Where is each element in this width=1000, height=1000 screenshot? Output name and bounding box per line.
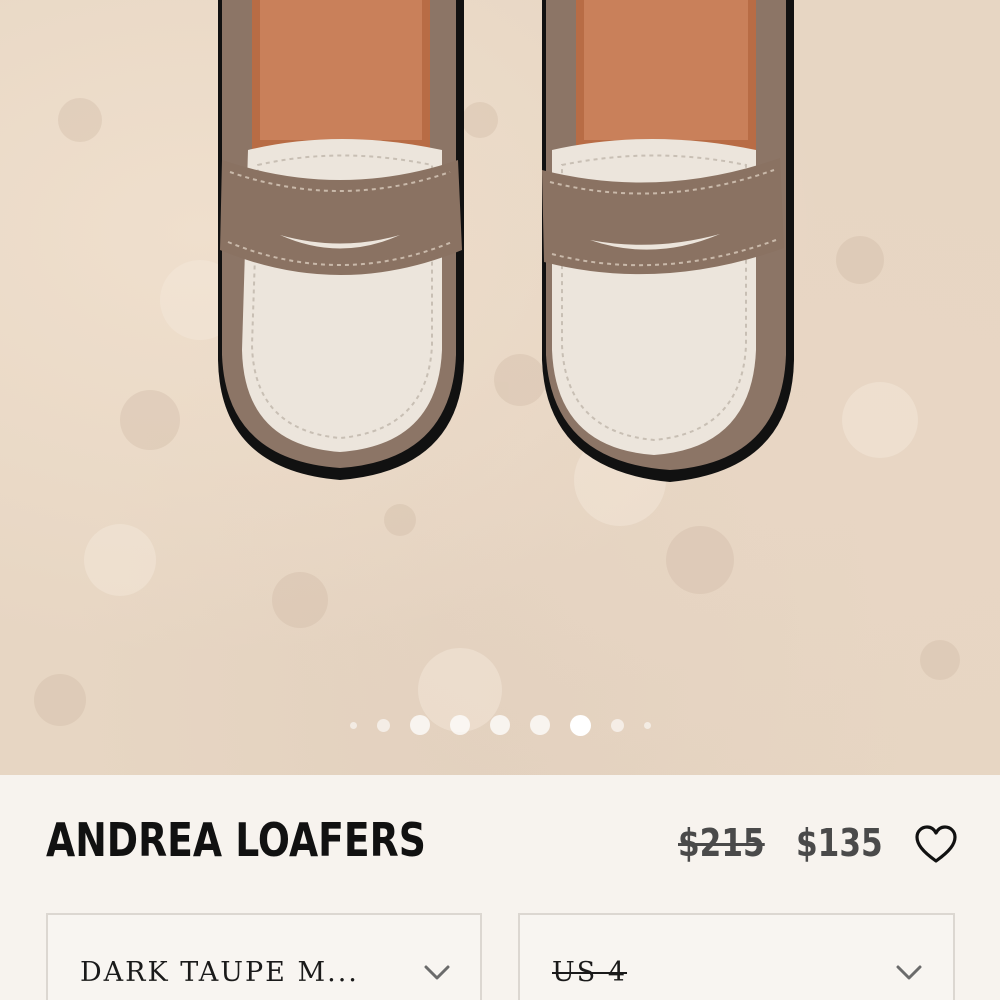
carousel-dot-active[interactable]: [569, 714, 591, 736]
carousel-dot[interactable]: [610, 718, 624, 732]
heart-outline-icon[interactable]: [914, 825, 958, 865]
product-page: ANDREA LOAFERS $215 $135 DARK TAUPE M...…: [0, 0, 1000, 1000]
product-info-panel: ANDREA LOAFERS $215 $135 DARK TAUPE M...…: [0, 775, 1000, 1000]
left-loafer: [218, 0, 464, 480]
product-image[interactable]: [0, 0, 1000, 775]
carousel-dot[interactable]: [489, 715, 510, 735]
size-select-value: US 4: [552, 957, 628, 988]
carousel-dot[interactable]: [643, 721, 651, 729]
color-select-value: DARK TAUPE M...: [80, 957, 359, 988]
carousel-dot[interactable]: [376, 718, 390, 732]
carousel-dot[interactable]: [449, 715, 470, 735]
floor-texture: [34, 98, 960, 732]
size-select[interactable]: US 4: [518, 913, 955, 1000]
right-loafer: [542, 0, 794, 482]
carousel-dots: [0, 712, 1000, 738]
original-price: $215: [678, 821, 765, 865]
chevron-down-icon: [896, 965, 922, 980]
carousel-dot[interactable]: [409, 715, 430, 735]
carousel-dot[interactable]: [349, 721, 357, 729]
color-select[interactable]: DARK TAUPE M...: [46, 913, 482, 1000]
product-title: ANDREA LOAFERS: [46, 813, 426, 867]
sale-price: $135: [796, 821, 883, 865]
chevron-down-icon: [424, 965, 450, 980]
carousel-dot[interactable]: [529, 715, 550, 735]
